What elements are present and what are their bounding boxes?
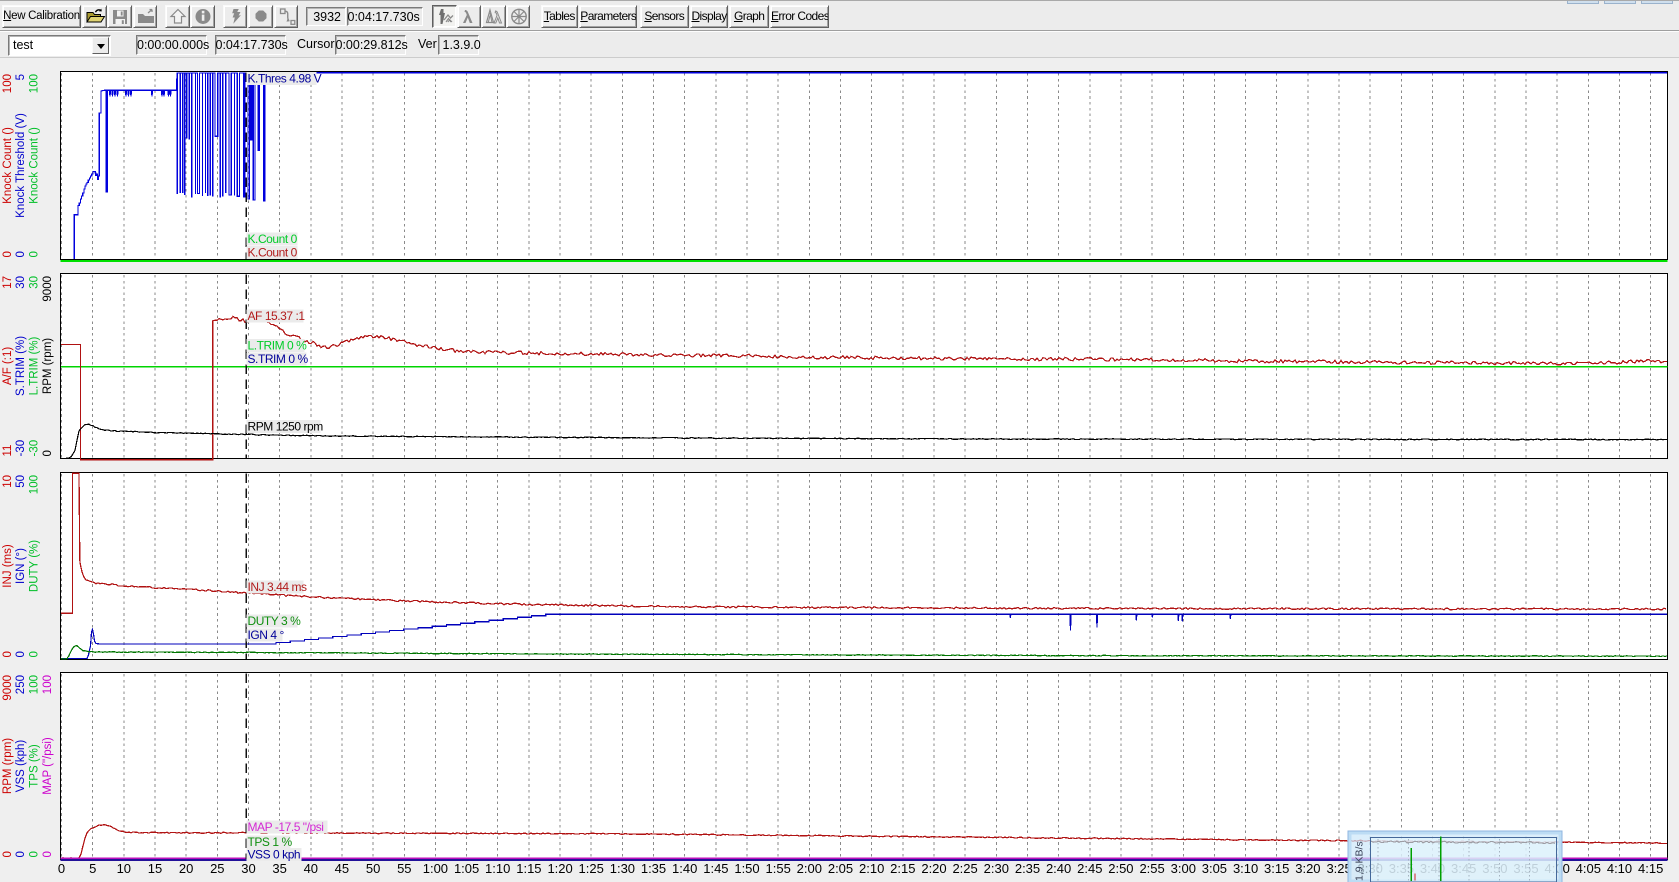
svg-text:2:40: 2:40 xyxy=(1046,861,1071,876)
svg-text:3:05: 3:05 xyxy=(1202,861,1227,876)
svg-text:10: 10 xyxy=(117,861,131,876)
svg-text:55: 55 xyxy=(397,861,411,876)
svg-text:50: 50 xyxy=(366,861,380,876)
svg-text:2:20: 2:20 xyxy=(921,861,946,876)
svg-text:2:05: 2:05 xyxy=(828,861,853,876)
svg-text:25: 25 xyxy=(210,861,224,876)
svg-text:1:45: 1:45 xyxy=(703,861,728,876)
svg-text:Knock Count (): Knock Count () xyxy=(29,127,41,204)
svg-text:1:50: 1:50 xyxy=(734,861,759,876)
svg-text:4:10: 4:10 xyxy=(1607,861,1632,876)
svg-text:2:35: 2:35 xyxy=(1015,861,1040,876)
svg-text:-30: -30 xyxy=(15,440,27,457)
svg-text:2:25: 2:25 xyxy=(952,861,977,876)
svg-text:15: 15 xyxy=(148,861,162,876)
svg-text:0: 0 xyxy=(42,851,54,857)
svg-text:TPS (%): TPS (%) xyxy=(29,744,41,788)
svg-text:30: 30 xyxy=(15,276,27,289)
svg-text:100: 100 xyxy=(29,475,41,494)
svg-text:2:10: 2:10 xyxy=(859,861,884,876)
svg-text:9000: 9000 xyxy=(42,276,54,302)
svg-text:2:00: 2:00 xyxy=(797,861,822,876)
svg-text:40: 40 xyxy=(304,861,318,876)
svg-text:3:00: 3:00 xyxy=(1171,861,1196,876)
svg-text:2:30: 2:30 xyxy=(984,861,1009,876)
svg-text:Knock Threshold (V): Knock Threshold (V) xyxy=(15,113,27,218)
svg-text:1:05: 1:05 xyxy=(454,861,479,876)
svg-text:-30: -30 xyxy=(29,440,41,457)
svg-text:250: 250 xyxy=(15,675,27,694)
svg-text:2:50: 2:50 xyxy=(1108,861,1133,876)
svg-text:1:35: 1:35 xyxy=(641,861,666,876)
svg-text:0: 0 xyxy=(42,450,54,456)
svg-text:1:15: 1:15 xyxy=(516,861,541,876)
svg-text:0: 0 xyxy=(29,851,41,857)
svg-text:2:45: 2:45 xyxy=(1077,861,1102,876)
svg-text:1:20: 1:20 xyxy=(547,861,572,876)
svg-text:RPM 1250 rpm: RPM 1250 rpm xyxy=(248,419,324,433)
svg-text:S.TRIM 0 %: S.TRIM 0 % xyxy=(248,352,309,366)
svg-text:30: 30 xyxy=(241,861,255,876)
svg-text:1,9 KB/s: 1,9 KB/s xyxy=(1354,841,1366,881)
svg-text:30: 30 xyxy=(29,276,41,289)
svg-text:0: 0 xyxy=(2,251,14,257)
svg-text:IGN (°): IGN (°) xyxy=(15,548,27,584)
svg-text:0: 0 xyxy=(15,651,27,657)
svg-text:A/F (:1): A/F (:1) xyxy=(2,347,14,386)
svg-text:AF 15.37 :1: AF 15.37 :1 xyxy=(248,309,306,323)
svg-text:20: 20 xyxy=(179,861,193,876)
svg-text:0: 0 xyxy=(58,861,65,876)
svg-text:RPM (rpm): RPM (rpm) xyxy=(42,338,54,394)
svg-text:2:15: 2:15 xyxy=(890,861,915,876)
svg-text:DUTY 3 %: DUTY 3 % xyxy=(248,614,302,628)
svg-text:VSS 0 kph: VSS 0 kph xyxy=(248,848,301,862)
svg-text:1:25: 1:25 xyxy=(579,861,604,876)
svg-text:1:55: 1:55 xyxy=(766,861,791,876)
svg-text:IGN 4 °: IGN 4 ° xyxy=(248,628,285,642)
svg-text:100: 100 xyxy=(42,675,54,694)
svg-text:0: 0 xyxy=(29,251,41,257)
svg-text:L.TRIM (%): L.TRIM (%) xyxy=(29,336,41,395)
svg-text:3:15: 3:15 xyxy=(1264,861,1289,876)
svg-text:3:20: 3:20 xyxy=(1295,861,1320,876)
svg-text:DUTY (%): DUTY (%) xyxy=(29,540,41,592)
svg-text:INJ 3.44 ms: INJ 3.44 ms xyxy=(248,580,308,594)
svg-text:0: 0 xyxy=(2,851,14,857)
svg-text:MAP -17.5 "/psi: MAP -17.5 "/psi xyxy=(248,820,324,834)
svg-text:5: 5 xyxy=(15,74,27,80)
svg-text:MAP ("/psi): MAP ("/psi) xyxy=(42,737,54,795)
svg-text:RPM (rpm): RPM (rpm) xyxy=(2,738,14,794)
svg-text:2:55: 2:55 xyxy=(1139,861,1164,876)
svg-text:100: 100 xyxy=(29,74,41,93)
svg-text:S.TRIM (%): S.TRIM (%) xyxy=(15,336,27,396)
svg-text:Knock Count (): Knock Count () xyxy=(2,127,14,204)
svg-text:100: 100 xyxy=(29,675,41,694)
svg-text:11: 11 xyxy=(2,445,14,457)
svg-text:4:15: 4:15 xyxy=(1638,861,1663,876)
svg-text:0: 0 xyxy=(29,651,41,657)
svg-text:1:00: 1:00 xyxy=(423,861,448,876)
svg-text:35: 35 xyxy=(272,861,286,876)
svg-text:0: 0 xyxy=(15,251,27,257)
svg-text:K.Count 0: K.Count 0 xyxy=(248,232,298,246)
svg-text:1:30: 1:30 xyxy=(610,861,635,876)
svg-text:9000: 9000 xyxy=(2,675,14,701)
svg-text:L.TRIM 0 %: L.TRIM 0 % xyxy=(248,339,308,353)
svg-text:INJ (ms): INJ (ms) xyxy=(2,544,14,588)
svg-text:17: 17 xyxy=(2,276,14,289)
svg-text:K.Count 0: K.Count 0 xyxy=(248,246,298,260)
svg-text:1:10: 1:10 xyxy=(485,861,510,876)
svg-text:4:05: 4:05 xyxy=(1576,861,1601,876)
svg-text:K.Thres 4.98 V: K.Thres 4.98 V xyxy=(248,71,322,85)
svg-text:1:40: 1:40 xyxy=(672,861,697,876)
svg-text:50: 50 xyxy=(15,475,27,488)
svg-text:10: 10 xyxy=(2,475,14,488)
svg-text:0: 0 xyxy=(2,651,14,657)
svg-text:45: 45 xyxy=(335,861,349,876)
svg-text:100: 100 xyxy=(2,74,14,93)
svg-text:3:10: 3:10 xyxy=(1233,861,1258,876)
svg-text:5: 5 xyxy=(89,861,96,876)
svg-text:0: 0 xyxy=(15,851,27,857)
svg-text:VSS (kph): VSS (kph) xyxy=(15,740,27,793)
